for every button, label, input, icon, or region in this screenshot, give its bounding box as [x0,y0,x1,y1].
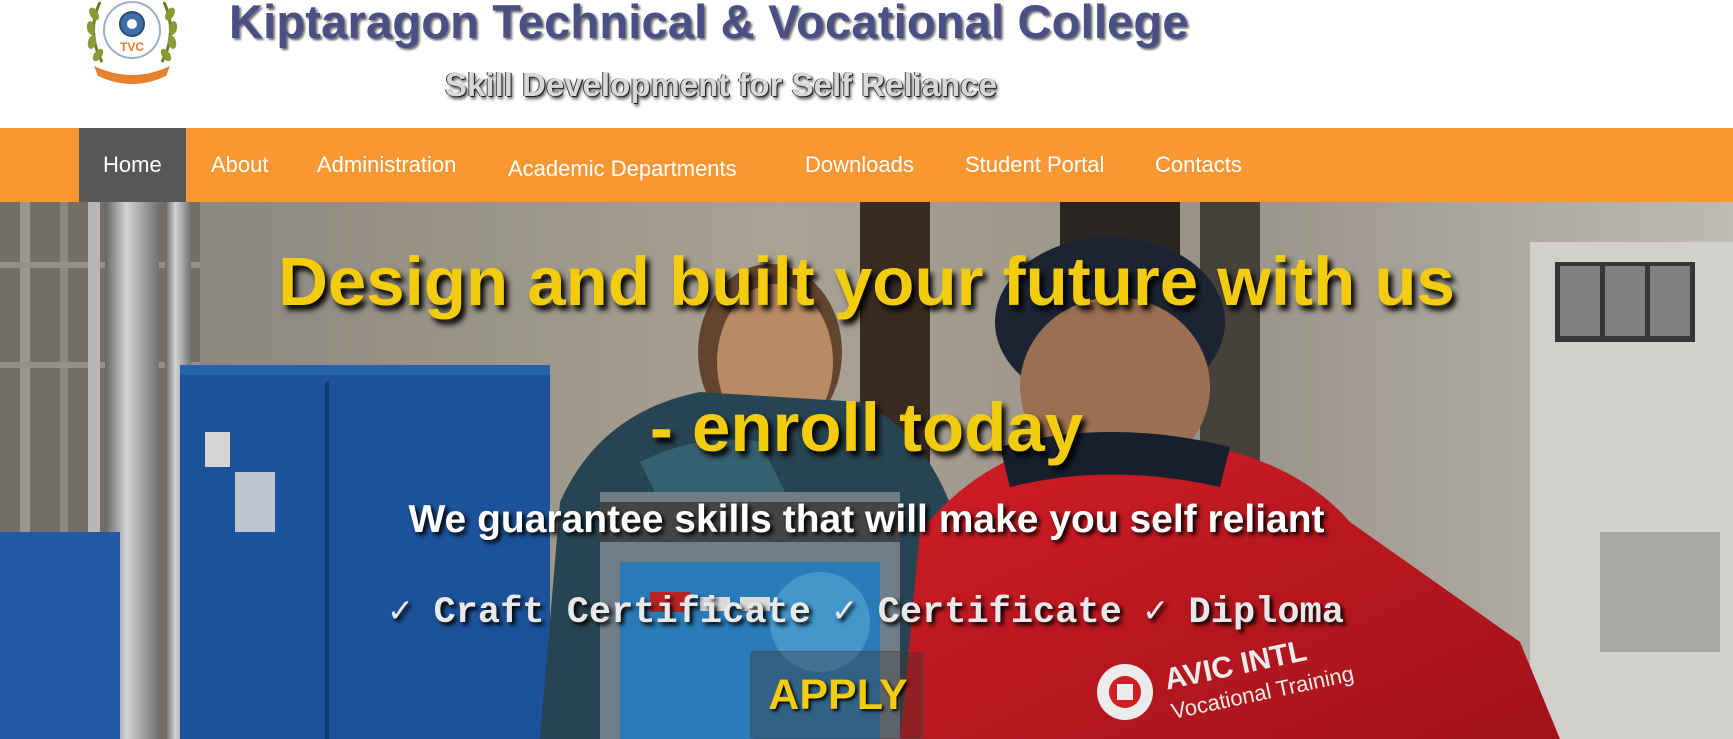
nav-item-contacts[interactable]: Contacts [1155,128,1242,202]
apply-button-label: APPLY [768,671,908,719]
site-header: TVC Kiptaragon Technical & Vocational Co… [0,0,1733,128]
hero-banner: AVIC INTL Vocational Training Design and… [0,202,1733,739]
nav-item-student-portal[interactable]: Student Portal [965,128,1104,202]
apply-button[interactable]: APPLY [750,651,924,739]
svg-text:TVC: TVC [120,40,144,54]
nav-item-home[interactable]: Home [79,128,186,202]
main-navigation: Home About Administration Academic Depar… [0,128,1733,202]
nav-item-about[interactable]: About [211,128,269,202]
hero-subtitle: We guarantee skills that will make you s… [408,498,1325,541]
site-title: Kiptaragon Technical & Vocational Colleg… [229,0,1189,48]
hero-certificates: ✓ Craft Certificate ✓ Certificate ✓ Dipl… [389,592,1344,634]
nav-item-administration[interactable]: Administration [317,128,456,202]
site-tagline: Skill Development for Self Reliance [445,66,998,103]
nav-item-academic-departments[interactable]: Academic Departments [508,132,737,206]
nav-item-downloads[interactable]: Downloads [805,128,914,202]
hero-title-line1: Design and built your future with us [278,243,1455,320]
college-crest-icon[interactable]: TVC [80,0,184,88]
hero-title-line2: - enroll today [649,389,1084,466]
